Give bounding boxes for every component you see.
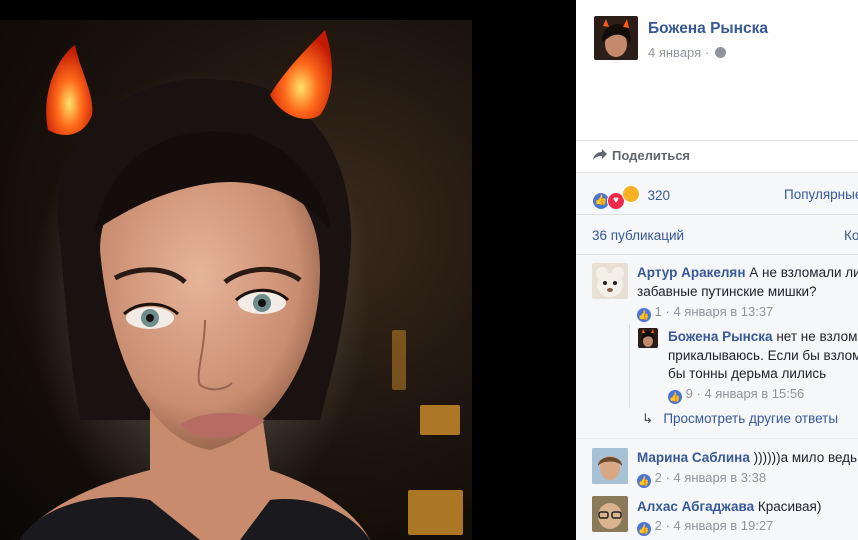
reply-like-count[interactable]: 9 — [686, 386, 693, 401]
comment-author[interactable]: Алхас Абгаджава — [637, 499, 754, 514]
commenter-avatar[interactable] — [592, 496, 628, 532]
post-photo[interactable] — [0, 0, 576, 540]
reply-text: бы тонны дерьма лились — [668, 366, 827, 381]
comment-like-count[interactable]: 2 — [655, 470, 662, 485]
comment-like-count[interactable]: 1 — [655, 304, 662, 319]
reply-time[interactable]: 4 января в 15:56 — [704, 386, 804, 401]
comment-meta: 👍 2 · 4 января в 3:38 — [637, 470, 767, 488]
comment-text: забавные путинские мишки? — [637, 284, 817, 299]
comment-time[interactable]: 4 января в 13:37 — [673, 304, 773, 319]
divider — [576, 438, 858, 439]
comment-author[interactable]: Марина Саблина — [637, 450, 750, 465]
reply-author-avatar[interactable] — [638, 328, 658, 348]
comment-text: А не взломали ли — [749, 265, 858, 280]
comment-meta: 👍 2 · 4 января в 19:27 — [637, 518, 774, 536]
author-avatar[interactable] — [594, 16, 638, 60]
commenter-avatar[interactable] — [592, 263, 628, 299]
comments-count-link[interactable]: Ко — [844, 228, 858, 243]
reply-text: нет не взлом — [776, 329, 858, 344]
divider — [576, 172, 858, 173]
comment-time[interactable]: 4 января в 19:27 — [673, 518, 773, 533]
commenter-avatar[interactable] — [592, 448, 628, 484]
portrait-image — [20, 30, 370, 540]
share-arrow-icon — [593, 149, 607, 160]
reply-arrow-icon: ↳ — [642, 411, 654, 426]
divider — [576, 140, 858, 141]
share-label: Поделиться — [612, 148, 691, 163]
post-timestamp[interactable]: 4 января · — [648, 45, 726, 60]
post-author-name[interactable]: Божена Рынска — [648, 20, 768, 38]
reactions-count[interactable]: 320 — [647, 188, 670, 203]
divider — [576, 214, 858, 215]
like-icon: 👍 — [637, 308, 651, 322]
globe-icon — [714, 47, 726, 58]
meta-separator: · — [704, 45, 710, 60]
comment-sort-dropdown[interactable]: Популярные — [784, 187, 858, 202]
comment-text: Красивая) — [757, 499, 822, 514]
reply-meta: 👍 9 · 4 января в 15:56 — [668, 386, 805, 404]
share-button[interactable]: Поделиться — [592, 148, 690, 163]
comment-like-count[interactable]: 2 — [655, 518, 662, 533]
comment-author[interactable]: Артур Аракелян — [637, 265, 745, 280]
reactions-summary[interactable]: 👍 ♥ 320 — [592, 185, 670, 210]
like-icon: 👍 — [668, 390, 682, 404]
haha-reaction-icon — [622, 185, 640, 203]
reply-text: прикалываюсь. Если бы взлом — [668, 348, 858, 363]
shares-count-link[interactable]: 36 публикаций — [592, 228, 684, 243]
reply-author[interactable]: Божена Рынска — [668, 329, 773, 344]
post-sidebar: Божена Рынска 4 января · Поделиться 👍 ♥ 3… — [576, 0, 858, 540]
reply-thread-line — [629, 324, 630, 408]
comment-meta: 👍 1 · 4 января в 13:37 — [637, 304, 774, 322]
divider — [576, 254, 858, 255]
view-more-replies-label: Просмотреть другие ответы — [663, 411, 839, 426]
post-date[interactable]: 4 января — [648, 45, 701, 60]
view-more-replies-link[interactable]: ↳ Просмотреть другие ответы — [642, 411, 838, 427]
like-icon: 👍 — [637, 522, 651, 536]
like-icon: 👍 — [637, 474, 651, 488]
comment-text: ))))))а мило ведь! — [753, 450, 858, 465]
comment-time[interactable]: 4 января в 3:38 — [673, 470, 766, 485]
